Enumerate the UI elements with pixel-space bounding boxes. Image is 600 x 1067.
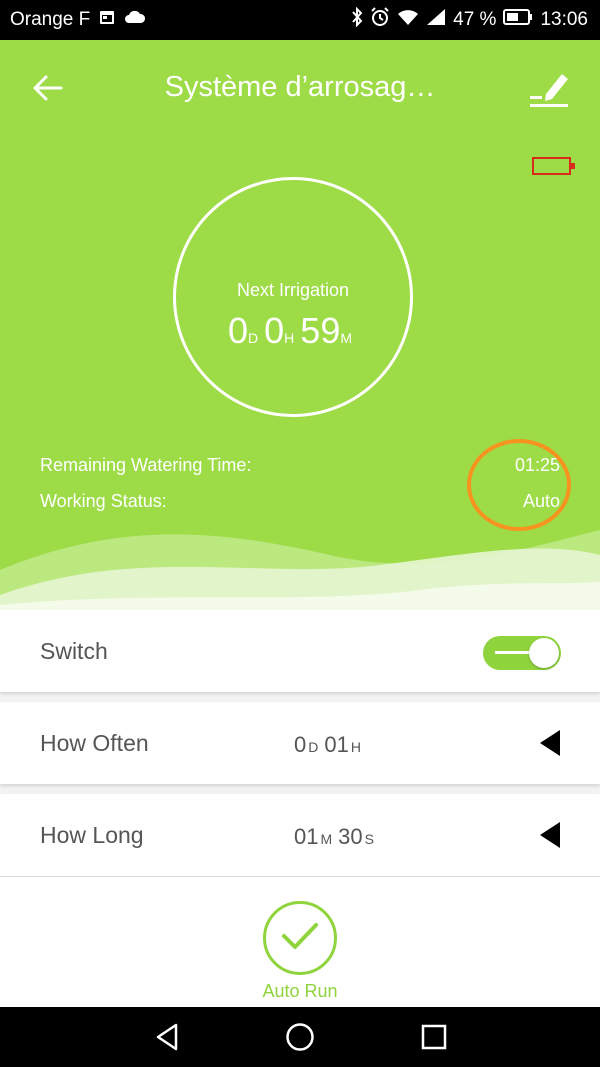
toggle-knob [529, 638, 559, 668]
recents-square-icon[interactable] [418, 1021, 450, 1053]
home-circle-icon[interactable] [284, 1021, 316, 1053]
toggle-track-line [495, 651, 529, 654]
calendar-icon [98, 8, 116, 32]
auto-run-label: Auto Run [262, 981, 338, 1001]
edit-pencil-icon [526, 74, 572, 116]
how-long-seconds-unit: S [364, 831, 374, 847]
check-icon [280, 920, 320, 957]
decorative-waves [0, 530, 600, 610]
countdown-days-unit: D [248, 330, 259, 346]
alarm-icon [370, 7, 390, 33]
countdown-hours: 0 [264, 310, 285, 351]
bluetooth-icon [351, 6, 363, 33]
clock-time: 13:06 [540, 9, 588, 30]
mode-bar: Auto Run [0, 877, 600, 1007]
app-toolbar: Système d’arrosag… [0, 40, 600, 140]
how-often-days: 0 [294, 732, 307, 757]
how-often-hours: 01 [324, 732, 349, 757]
status-bar: Orange F 47 % 13:06 [0, 0, 600, 40]
carrier-name: Orange F [10, 9, 91, 30]
next-irrigation-ring: Next Irrigation 0D 0H 59M [173, 177, 413, 417]
how-long-seconds: 30 [338, 824, 363, 849]
back-button[interactable] [26, 68, 70, 112]
how-long-minutes: 01 [294, 824, 319, 849]
page-title: Système d’arrosag… [164, 71, 436, 103]
wifi-icon [397, 8, 419, 32]
triangle-left-icon[interactable] [538, 820, 562, 855]
countdown-hours-unit: H [284, 330, 295, 346]
signal-icon [426, 8, 446, 32]
device-header: Système d’arrosag… Next Irrigation 0D 0H 5… [0, 40, 600, 610]
auto-run-button[interactable]: Auto Run [260, 901, 340, 1002]
battery-icon [503, 9, 533, 31]
next-irrigation-countdown: 0D 0H 59M [176, 310, 410, 352]
how-often-row[interactable]: How Often 0 D 01 H [0, 702, 600, 784]
switch-row: Switch [0, 610, 600, 692]
remaining-time-label: Remaining Watering Time: [40, 455, 252, 475]
how-long-minutes-unit: M [320, 831, 333, 847]
countdown-days: 0 [227, 310, 249, 351]
triangle-left-icon[interactable] [538, 728, 562, 763]
arrow-left-icon [33, 75, 63, 106]
how-long-row[interactable]: How Long 01 M 30 S [0, 794, 600, 876]
countdown-minutes-unit: M [340, 330, 353, 346]
edit-button[interactable] [526, 66, 572, 112]
how-long-label: How Long [40, 822, 144, 848]
working-status-label: Working Status: [40, 491, 167, 511]
how-often-hours-unit: H [350, 739, 361, 755]
battery-percent: 47 % [453, 9, 497, 30]
system-nav-bar [0, 1007, 600, 1067]
how-long-value: 01 M 30 S [294, 824, 380, 850]
low-battery-icon [532, 154, 576, 183]
switch-toggle[interactable] [483, 636, 561, 670]
auto-run-circle [263, 901, 337, 975]
countdown-minutes: 59 [300, 310, 341, 351]
cloud-icon [124, 9, 146, 31]
how-often-value: 0 D 01 H [294, 732, 367, 758]
how-often-days-unit: D [308, 739, 319, 755]
back-triangle-icon[interactable] [152, 1021, 184, 1053]
next-irrigation-label: Next Irrigation [236, 280, 350, 300]
how-often-label: How Often [40, 730, 149, 756]
switch-label: Switch [40, 638, 108, 664]
